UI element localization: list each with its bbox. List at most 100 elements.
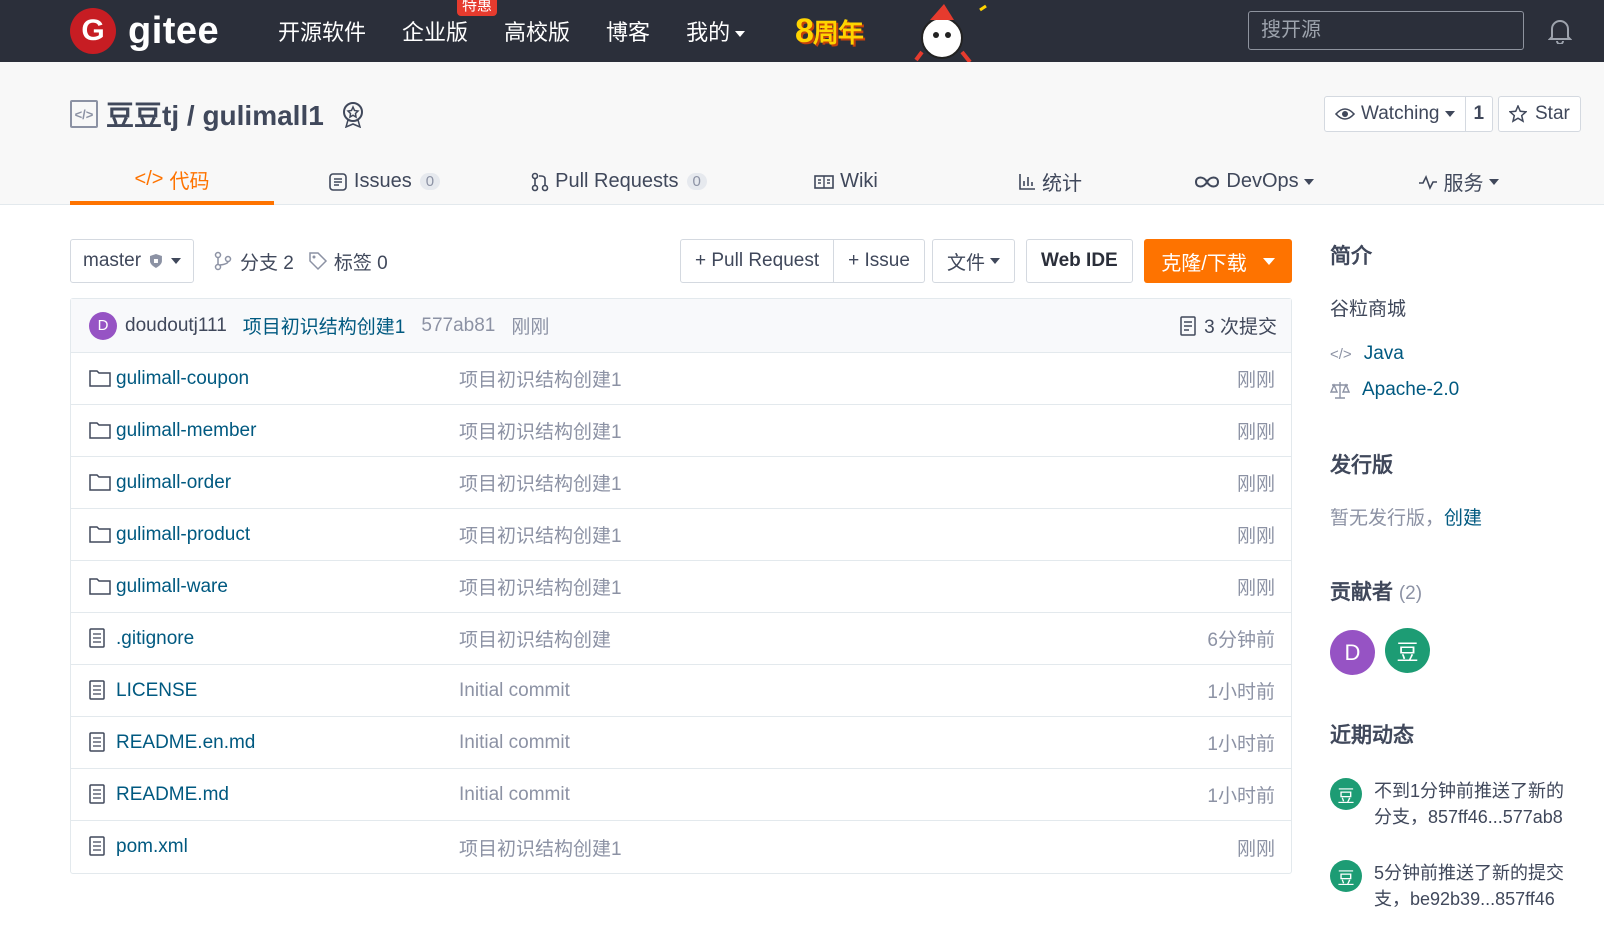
tab-pull-requests[interactable]: Pull Requests 0 [494, 158, 744, 205]
commit-author[interactable]: doudoutj111 [125, 315, 227, 337]
tab-services[interactable]: 服务 [1356, 158, 1560, 205]
tab-stats[interactable]: 统计 [948, 158, 1152, 205]
file-commit-message[interactable]: 项目初识结构创建1 [459, 469, 622, 496]
file-commit-message[interactable]: 项目初识结构创建1 [459, 521, 622, 548]
tab-code[interactable]: </> 代码 [70, 158, 274, 205]
branch-icon [214, 251, 232, 271]
license-link[interactable]: Apache-2.0 [1330, 379, 1604, 401]
table-row[interactable]: gulimall-ware 项目初识结构创建1 刚刚 [71, 561, 1291, 613]
file-name-link[interactable]: gulimall-product [116, 524, 250, 546]
table-row[interactable]: .gitignore 项目初识结构创建 6分钟前 [71, 613, 1291, 665]
file-commit-message[interactable]: Initial commit [459, 680, 570, 702]
tab-devops[interactable]: DevOps [1152, 158, 1356, 205]
watch-button[interactable]: Watching [1324, 96, 1466, 132]
avatar[interactable]: 豆 [1385, 628, 1430, 673]
activity-line: 5分钟前推送了新的提交 [1374, 863, 1565, 883]
search-input[interactable] [1248, 11, 1524, 50]
activity-line: 不到1分钟前推送了新的 [1374, 781, 1565, 801]
promo-badge: 特惠 [457, 0, 498, 16]
repo-title: </> 豆豆tj / gulimall1 [70, 94, 366, 134]
commit-sha[interactable]: 577ab81 [421, 315, 495, 337]
avatar[interactable]: D [89, 311, 117, 340]
file-name-link[interactable]: README.en.md [116, 732, 255, 754]
file-name-link[interactable]: .gitignore [116, 628, 194, 650]
tab-wiki-label: Wiki [840, 170, 878, 192]
chevron-down-icon [171, 258, 181, 264]
branch-selector[interactable]: master [70, 239, 194, 283]
file-name-link[interactable]: README.md [116, 784, 229, 806]
file-name-link[interactable]: pom.xml [116, 836, 188, 858]
file-commit-time: 刚刚 [1236, 370, 1275, 391]
activity-line: 支，be92b39...857ff46 [1374, 889, 1555, 909]
infinity-icon [1195, 176, 1220, 187]
tab-code-label: 代码 [169, 171, 210, 193]
tab-issues[interactable]: Issues 0 [274, 158, 494, 205]
file-commit-message[interactable]: 项目初识结构创建1 [459, 417, 622, 444]
file-commit-message[interactable]: 项目初识结构创建 [459, 625, 611, 652]
bar-chart-icon [1019, 173, 1035, 190]
chevron-down-icon [735, 31, 746, 38]
file-commit-message[interactable]: 项目初识结构创建1 [459, 834, 622, 861]
table-row[interactable]: pom.xml 项目初识结构创建1 刚刚 [71, 821, 1291, 873]
nav-university[interactable]: 高校版 [504, 15, 570, 47]
file-menu-button[interactable]: 文件 [932, 239, 1016, 283]
file-commit-time: 刚刚 [1236, 578, 1275, 599]
new-issue-button[interactable]: + Issue [834, 239, 925, 283]
file-name-link[interactable]: gulimall-order [116, 472, 231, 494]
tab-services-label: 服务 [1443, 173, 1484, 195]
branches-link[interactable]: 分支 2 [214, 248, 294, 275]
file-commit-message[interactable]: Initial commit [459, 784, 570, 806]
file-commit-time: 刚刚 [1236, 838, 1275, 860]
table-row[interactable]: README.md Initial commit 1小时前 [71, 769, 1291, 821]
clone-download-button[interactable]: 克隆/下载 [1144, 239, 1292, 283]
file-icon [89, 836, 105, 862]
table-row[interactable]: gulimall-member 项目初识结构创建1 刚刚 [71, 405, 1291, 457]
repo-full-name[interactable]: 豆豆tj / gulimall1 [106, 94, 324, 134]
file-name-link[interactable]: gulimall-ware [116, 576, 228, 598]
commit-message[interactable]: 项目初识结构创建1 [243, 312, 406, 339]
activity-line: 分支，857ff46...577ab8 [1374, 807, 1563, 827]
table-row[interactable]: README.en.md Initial commit 1小时前 [71, 717, 1291, 769]
code-icon: </> [134, 168, 164, 190]
award-badge-icon[interactable] [340, 100, 366, 128]
file-commit-time: 刚刚 [1236, 422, 1275, 443]
file-commit-message[interactable]: Initial commit [459, 732, 570, 754]
folder-icon [89, 368, 111, 394]
table-row[interactable]: gulimall-order 项目初识结构创建1 刚刚 [71, 457, 1291, 509]
gitee-logo[interactable]: G gitee [70, 8, 219, 54]
star-button[interactable]: Star [1498, 96, 1581, 132]
nav-blog[interactable]: 博客 [606, 15, 650, 47]
code-icon: </> [1330, 345, 1352, 363]
gitee-logo-icon: G [70, 8, 116, 54]
file-name-link[interactable]: gulimall-coupon [116, 368, 249, 390]
commit-count-link[interactable]: 3 次提交 [1180, 312, 1277, 339]
web-ide-button[interactable]: Web IDE [1026, 239, 1133, 283]
nav-enterprise[interactable]: 企业版 特惠 [402, 0, 498, 47]
avatar[interactable]: D [1330, 630, 1375, 675]
file-commit-message[interactable]: 项目初识结构创建1 [459, 573, 622, 600]
pull-request-icon [531, 172, 549, 191]
scale-icon [1330, 382, 1350, 399]
tab-wiki[interactable]: Wiki [744, 158, 948, 205]
table-row[interactable]: gulimall-coupon 项目初识结构创建1 刚刚 [71, 353, 1291, 405]
top-navbar: G gitee 开源软件 企业版 特惠 高校版 博客 我的 8周年 [0, 0, 1604, 73]
nav-open-source[interactable]: 开源软件 [278, 15, 366, 47]
nav-mine[interactable]: 我的 [686, 15, 746, 47]
table-row[interactable]: LICENSE Initial commit 1小时前 [71, 665, 1291, 717]
file-name-link[interactable]: LICENSE [116, 680, 197, 702]
activity-item[interactable]: 豆 不到1分钟前推送了新的 分支，857ff46...577ab8 [1330, 778, 1564, 830]
table-row[interactable]: gulimall-product 项目初识结构创建1 刚刚 [71, 509, 1291, 561]
avatar: 豆 [1330, 860, 1362, 892]
tags-link[interactable]: 标签 0 [308, 248, 388, 275]
file-icon [89, 628, 105, 654]
create-release-link[interactable]: 创建 [1444, 508, 1482, 529]
watch-count[interactable]: 1 [1465, 96, 1494, 132]
contributors-title-label: 贡献者 [1330, 581, 1393, 604]
activity-item[interactable]: 豆 5分钟前推送了新的提交 支，be92b39...857ff46 [1330, 860, 1564, 912]
language-link[interactable]: </> Java [1330, 343, 1604, 365]
file-commit-time: 1小时前 [1207, 682, 1275, 703]
new-pull-request-button[interactable]: + Pull Request [680, 239, 835, 283]
file-name-link[interactable]: gulimall-member [116, 420, 256, 442]
file-commit-message[interactable]: 项目初识结构创建1 [459, 365, 622, 392]
notification-bell-icon[interactable] [1548, 18, 1572, 44]
